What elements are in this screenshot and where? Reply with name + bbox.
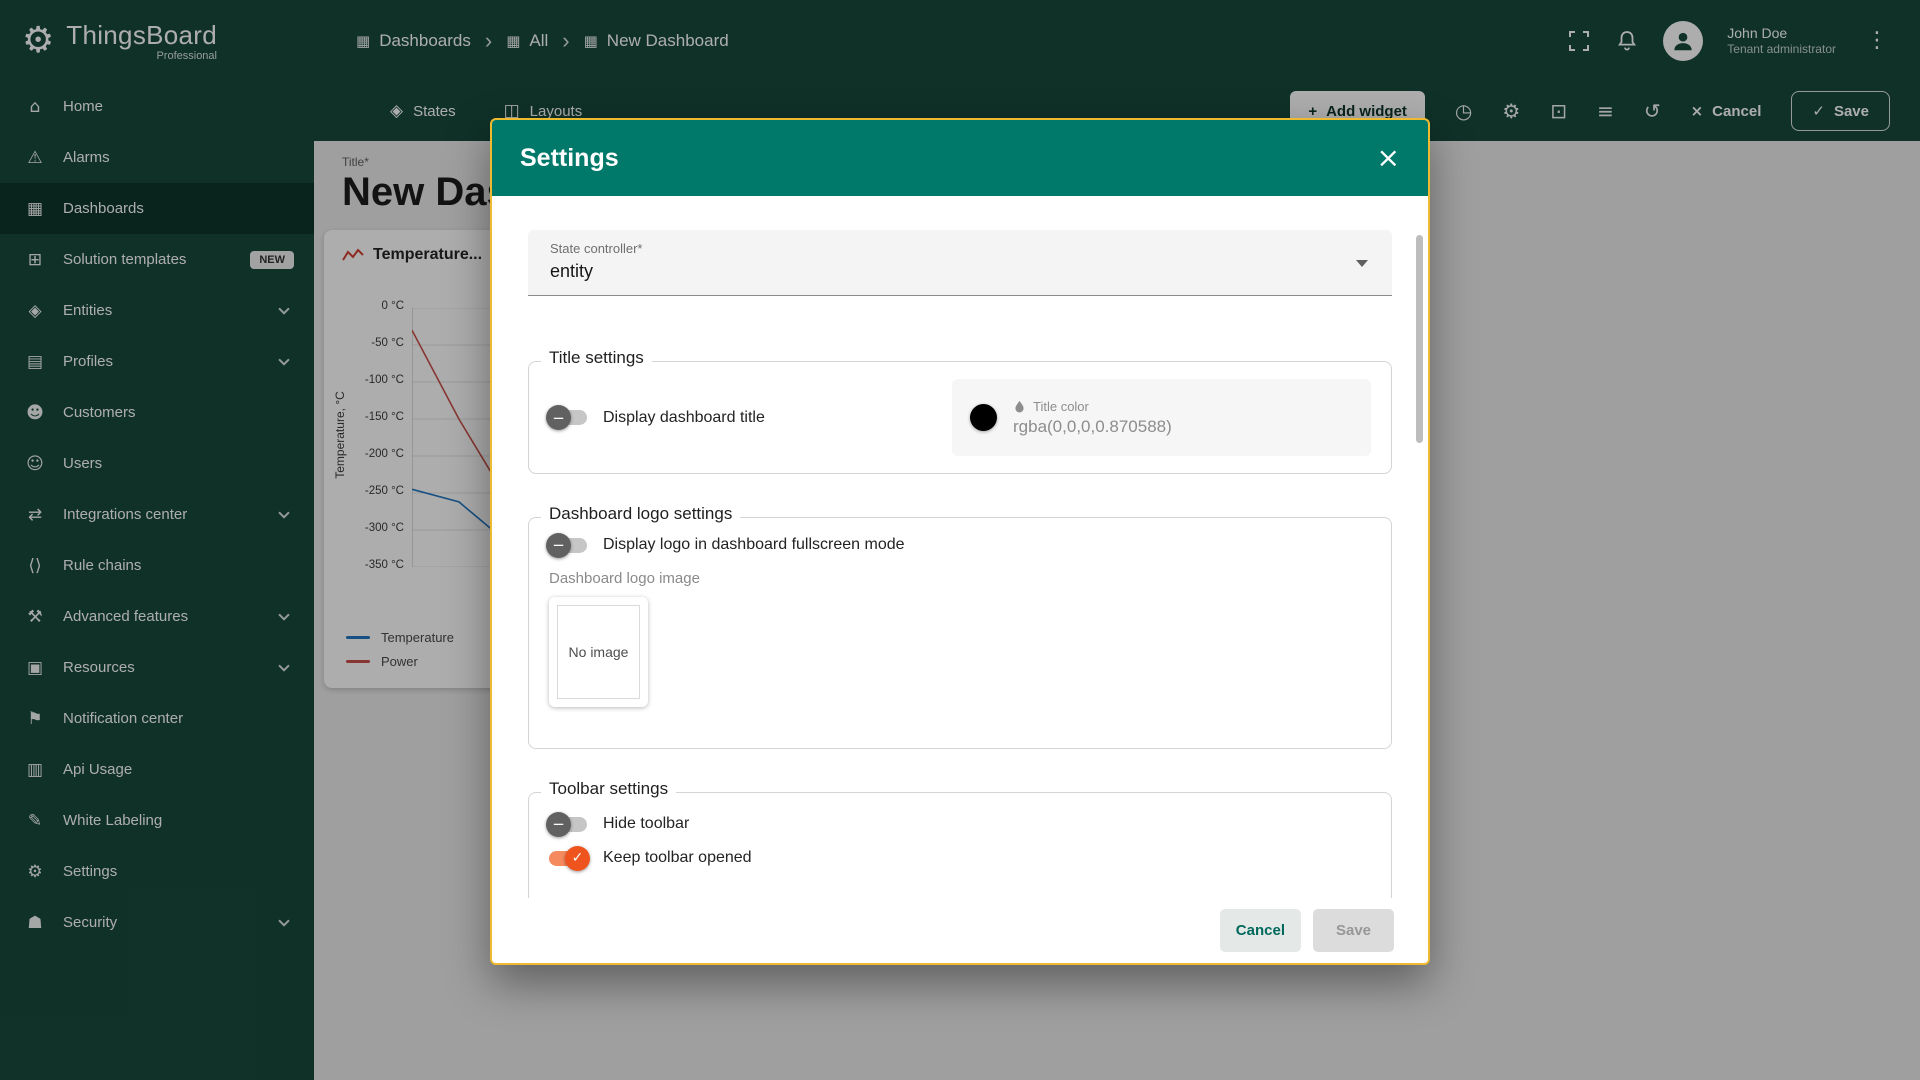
no-image-placeholder: No image [557, 605, 640, 699]
chevron-down-icon [1356, 260, 1368, 267]
toggle-on-icon [549, 851, 587, 866]
state-controller-label: State controller* [550, 241, 1370, 256]
dialog-save-button[interactable]: Save [1313, 909, 1394, 952]
close-icon[interactable]: × [1377, 144, 1400, 172]
logo-settings-group: Dashboard logo settings Display logo in … [528, 517, 1392, 749]
display-title-toggle[interactable]: Display dashboard title [549, 409, 765, 427]
logo-image-label: Dashboard logo image [549, 570, 1371, 587]
dialog-scrollbar[interactable] [1416, 235, 1423, 443]
title-color-value: rgba(0,0,0,0.870588) [1013, 417, 1172, 437]
color-swatch [970, 404, 997, 431]
dialog-header: Settings × [492, 120, 1428, 196]
toggle-off-icon [549, 817, 587, 832]
toggle-off-icon [549, 410, 587, 425]
display-logo-toggle[interactable]: Display logo in dashboard fullscreen mod… [549, 536, 1371, 554]
keep-toolbar-opened-toggle[interactable]: Keep toolbar opened [549, 849, 1371, 867]
dialog-title: Settings [520, 144, 1377, 173]
state-controller-value: entity [550, 261, 1370, 282]
dialog-cancel-button[interactable]: Cancel [1220, 909, 1301, 952]
toolbar-settings-group: Toolbar settings Hide toolbar Keep toolb… [528, 792, 1392, 898]
dialog-footer: Cancel Save [492, 898, 1428, 963]
title-settings-legend: Title settings [541, 348, 652, 368]
state-controller-select[interactable]: State controller* entity [528, 230, 1392, 296]
dialog-body: State controller* entity Title settings … [492, 196, 1428, 898]
hide-toolbar-toggle[interactable]: Hide toolbar [549, 815, 1371, 833]
title-color-icon [1013, 400, 1026, 413]
toggle-off-icon [549, 538, 587, 553]
logo-settings-legend: Dashboard logo settings [541, 504, 740, 524]
logo-image-upload[interactable]: No image [549, 597, 648, 707]
settings-dialog: Settings × State controller* entity Titl… [490, 118, 1430, 965]
toolbar-settings-legend: Toolbar settings [541, 779, 676, 799]
title-settings-group: Title settings Display dashboard title T… [528, 361, 1392, 474]
title-color-picker[interactable]: Title color rgba(0,0,0,0.870588) [952, 379, 1371, 456]
